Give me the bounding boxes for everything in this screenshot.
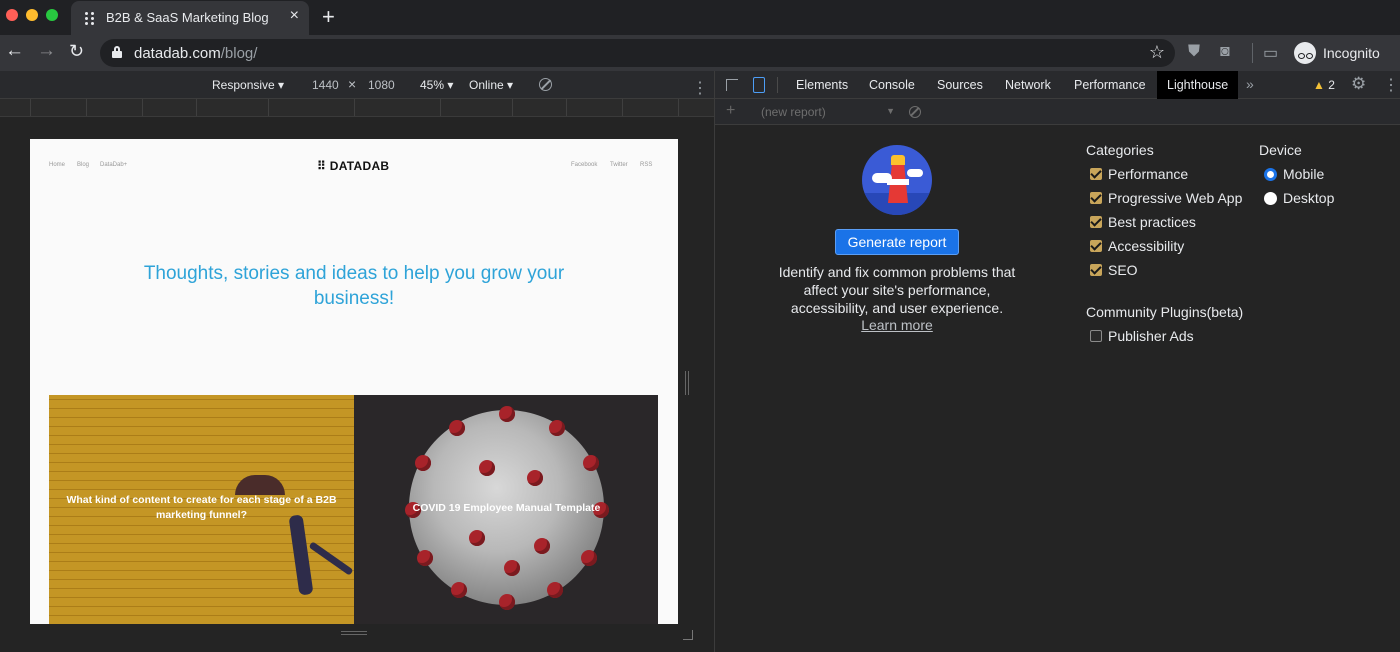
post-card-covid[interactable]: COVID 19 Employee Manual Template	[354, 395, 658, 624]
more-tabs-button[interactable]: »	[1246, 76, 1254, 92]
bookmark-star-icon[interactable]: ☆	[1149, 42, 1165, 63]
lock-icon[interactable]	[112, 46, 122, 58]
learn-more-link[interactable]: Learn more	[767, 317, 1027, 333]
devtools-tabbar: Elements Console Sources Network Perform…	[715, 71, 1400, 99]
reload-button[interactable]: ↻	[69, 41, 84, 62]
report-select[interactable]: (new report) ▼	[761, 105, 901, 119]
extension-shield-icon[interactable]: ⛊	[1188, 43, 1200, 61]
lighthouse-toolbar: + (new report) ▼	[715, 99, 1400, 125]
incognito-label[interactable]: Incognito	[1323, 45, 1380, 61]
clear-reports-icon[interactable]	[909, 106, 921, 118]
checkbox[interactable]	[1090, 240, 1102, 252]
tab-title: B2B & SaaS Marketing Blog	[106, 10, 269, 25]
minimize-window-button[interactable]	[26, 9, 38, 21]
tab-console[interactable]: Console	[869, 71, 915, 99]
generate-report-button[interactable]: Generate report	[835, 229, 959, 255]
devtools-menu-icon[interactable]: ⋮	[1383, 75, 1399, 95]
categories-heading: Categories	[1086, 142, 1154, 158]
browser-toolbar: ← → ↻ datadab.com/blog/ ☆ ⛊ ◙ ▭ Incognit…	[0, 35, 1400, 71]
tab-performance[interactable]: Performance	[1074, 71, 1146, 99]
radio-button[interactable]	[1264, 168, 1277, 181]
network-throttle-dropdown[interactable]: Online ▾	[469, 78, 513, 92]
device-toggle-icon[interactable]	[753, 77, 765, 93]
new-tab-button[interactable]: +	[322, 4, 335, 30]
hero-heading: Thoughts, stories and ideas to help you …	[143, 263, 565, 309]
radio-button[interactable]	[1264, 192, 1277, 205]
maximize-window-button[interactable]	[46, 9, 58, 21]
warning-icon: ▲	[1313, 78, 1325, 92]
tab-close-icon[interactable]: ×	[290, 7, 299, 25]
devtools-pane: Elements Console Sources Network Perform…	[714, 71, 1400, 652]
cast-icon[interactable]: ▭	[1263, 43, 1278, 63]
tab-elements[interactable]: Elements	[796, 71, 848, 99]
post-card-title[interactable]: What kind of content to create for each …	[59, 493, 344, 523]
viewport-width-input[interactable]: 1440	[312, 78, 339, 92]
tab-lighthouse[interactable]: Lighthouse	[1157, 71, 1239, 99]
responsive-dropdown[interactable]: Responsive ▾	[212, 78, 284, 92]
extension-camera-icon[interactable]: ◙	[1220, 43, 1230, 61]
site-nav-twitter[interactable]: Twitter	[610, 162, 628, 168]
gear-icon[interactable]: ⚙	[1351, 74, 1366, 94]
community-plugins-heading: Community Plugins(beta)	[1086, 304, 1244, 320]
close-window-button[interactable]	[6, 9, 18, 21]
device-toolbar: Responsive ▾ 1440 × 1080 45% ▾ Online ▾ …	[0, 71, 714, 99]
viewport-resize-handle[interactable]	[685, 371, 689, 395]
chevron-down-icon: ▼	[886, 106, 895, 116]
device-emulation-pane: Responsive ▾ 1440 × 1080 45% ▾ Online ▾ …	[0, 71, 714, 652]
checkbox[interactable]	[1090, 264, 1102, 276]
checkbox[interactable]	[1090, 216, 1102, 228]
site-nav-blog[interactable]: Blog	[77, 162, 89, 168]
back-button[interactable]: ←	[5, 40, 24, 62]
media-query-ruler[interactable]	[0, 99, 714, 117]
browser-tab[interactable]: B2B & SaaS Marketing Blog ×	[71, 1, 309, 35]
zoom-dropdown[interactable]: 45% ▾	[420, 78, 453, 92]
post-card-title[interactable]: COVID 19 Employee Manual Template	[364, 501, 649, 516]
emulated-viewport[interactable]: Home Blog DataDab+ ⠿ DATADAB Facebook Tw…	[30, 139, 678, 624]
checkbox[interactable]	[1090, 330, 1102, 342]
site-nav-rss[interactable]: RSS	[640, 162, 652, 168]
url-text[interactable]: datadab.com/blog/	[134, 45, 257, 62]
checkbox[interactable]	[1090, 168, 1102, 180]
checkbox[interactable]	[1090, 192, 1102, 204]
viewport-resize-bottom-handle[interactable]	[341, 631, 367, 635]
new-report-plus-icon[interactable]: +	[726, 102, 735, 120]
tab-strip: B2B & SaaS Marketing Blog × +	[0, 0, 1400, 35]
tab-sources[interactable]: Sources	[937, 71, 983, 99]
toolbar-separator	[1252, 43, 1253, 63]
rotate-icon[interactable]	[539, 78, 552, 91]
forward-button[interactable]: →	[37, 40, 56, 62]
site-nav-home[interactable]: Home	[49, 162, 65, 168]
lighthouse-logo-icon	[862, 145, 932, 215]
inspect-element-icon[interactable]	[726, 79, 738, 91]
device-heading: Device	[1259, 142, 1302, 158]
tab-network[interactable]: Network	[1005, 71, 1051, 99]
viewport-corner-grip[interactable]	[683, 630, 693, 640]
site-nav-facebook[interactable]: Facebook	[571, 162, 597, 168]
more-options-icon[interactable]: ⋮	[692, 78, 708, 98]
site-logo[interactable]: ⠿ DATADAB	[317, 159, 389, 173]
dimension-times-label: ×	[348, 76, 357, 92]
warnings-badge[interactable]: ▲ 2	[1313, 78, 1335, 92]
lighthouse-description: Identify and fix common problems that af…	[778, 264, 1016, 316]
datadab-favicon-icon	[83, 11, 97, 25]
post-card-funnel[interactable]: What kind of content to create for each …	[49, 395, 354, 624]
viewport-height-input[interactable]: 1080	[368, 78, 395, 92]
site-nav-datadab-plus[interactable]: DataDab+	[100, 162, 127, 168]
address-bar[interactable]: datadab.com/blog/ ☆	[100, 39, 1175, 67]
incognito-icon[interactable]	[1294, 42, 1316, 64]
